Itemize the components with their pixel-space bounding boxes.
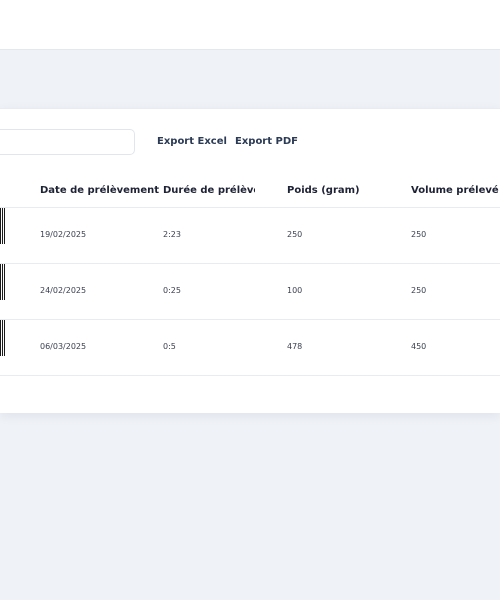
- header-poids[interactable]: Poids (gram): [287, 185, 360, 196]
- cell-date: 19/02/2025: [40, 230, 87, 239]
- cell-volume: 250: [411, 230, 427, 239]
- table-row[interactable]: 19/02/2025 2:23 250 250: [0, 207, 500, 264]
- export-pdf-button[interactable]: Export PDF: [235, 136, 298, 147]
- cell-duree: 0:25: [163, 286, 181, 295]
- header-duree[interactable]: Durée de prélève...: [163, 185, 255, 196]
- cell-poids: 478: [287, 342, 303, 351]
- cell-duree: 2:23: [163, 230, 181, 239]
- header-date[interactable]: Date de prélèvement: [40, 185, 159, 196]
- header-volume[interactable]: Volume prélevé (ml: [411, 185, 500, 196]
- table-header: Date de prélèvement Durée de prélève... …: [0, 173, 500, 208]
- search-input[interactable]: [0, 129, 135, 155]
- cell-poids: 250: [287, 230, 303, 239]
- cell-poids: 100: [287, 286, 303, 295]
- barcode-image: [0, 208, 6, 244]
- barcode-image: [0, 264, 6, 300]
- cell-date: 06/03/2025: [40, 342, 87, 351]
- cell-volume: 450: [411, 342, 427, 351]
- cell-volume: 250: [411, 286, 427, 295]
- export-excel-button[interactable]: Export Excel: [157, 136, 227, 147]
- table-row[interactable]: 06/03/2025 0:5 478 450: [0, 319, 500, 376]
- table-row[interactable]: 24/02/2025 0:25 100 250: [0, 263, 500, 320]
- top-bar: [0, 0, 500, 50]
- barcode-image: [0, 320, 6, 356]
- data-card: Export Excel Export PDF Date de prélèvem…: [0, 108, 500, 413]
- cell-date: 24/02/2025: [40, 286, 87, 295]
- cell-duree: 0:5: [163, 342, 176, 351]
